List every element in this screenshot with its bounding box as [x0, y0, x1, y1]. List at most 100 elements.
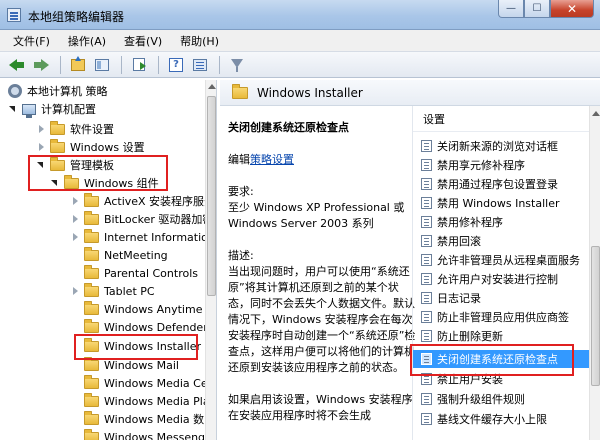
tree-item-component[interactable]: ActiveX 安装程序服务 — [70, 192, 215, 210]
toolbar-separator — [158, 55, 159, 74]
view-button[interactable] — [189, 55, 211, 75]
scroll-up-icon[interactable] — [208, 84, 216, 89]
folder-icon — [84, 264, 99, 279]
list-item[interactable]: 禁用修补程序 — [413, 213, 589, 231]
tree-item-component[interactable]: Parental Controls — [84, 264, 198, 282]
settings-scrollbar[interactable] — [589, 106, 600, 440]
menu-help[interactable]: 帮助(H) — [171, 33, 228, 49]
list-item[interactable]: 禁用回滚 — [413, 232, 589, 250]
filter-button[interactable] — [226, 55, 248, 75]
tree-item-component[interactable]: Windows Media 数 — [84, 410, 204, 428]
minimize-button[interactable]: — — [498, 0, 524, 18]
list-item[interactable]: 禁用通过程序包设置登录 — [413, 175, 589, 193]
tree-item-component[interactable]: Internet Information — [70, 228, 215, 246]
collapse-arrow-icon[interactable] — [70, 232, 80, 242]
list-item[interactable]: 关闭新来源的浏览对话框 — [413, 137, 589, 155]
details-title: Windows Installer — [257, 85, 363, 100]
collapse-arrow-icon[interactable] — [70, 196, 80, 206]
console-tree: 本地计算机 策略 计算机配置 软件设置 Windows 设置 管理模板 Wind… — [0, 80, 217, 440]
policy-setting-icon — [421, 330, 432, 342]
tree-item-admin-templates[interactable]: 管理模板 — [36, 156, 114, 174]
tree-scrollbar[interactable] — [205, 80, 216, 440]
list-item[interactable]: 允许用户对安装进行控制 — [413, 270, 589, 288]
scrollbar-thumb[interactable] — [591, 246, 600, 386]
list-item[interactable]: 允许非管理员从远程桌面服务 — [413, 251, 589, 269]
up-level-button[interactable] — [67, 55, 89, 75]
toolbar-separator — [219, 55, 220, 74]
details-header: Windows Installer — [220, 80, 600, 106]
tree-item-windows-components[interactable]: Windows 组件 — [50, 174, 159, 192]
toolbar: ? — [0, 52, 600, 78]
folder-icon — [84, 392, 99, 407]
edit-policy-link[interactable]: 策略设置 — [250, 153, 294, 166]
folder-icon — [84, 246, 99, 261]
folder-icon — [50, 138, 65, 153]
tree-item-software-settings[interactable]: 软件设置 — [36, 120, 114, 138]
tree-item-component[interactable]: Tablet PC — [70, 282, 155, 300]
expand-arrow-icon[interactable] — [50, 178, 60, 188]
list-item[interactable]: 基线文件缓存大小上限 — [413, 410, 589, 428]
tree-item-component[interactable]: Windows Anytime U — [84, 300, 214, 318]
help-button[interactable]: ? — [165, 55, 187, 75]
expand-arrow-icon[interactable] — [36, 160, 46, 170]
extended-description: 关闭创建系统还原检查点 编辑策略设置 要求: 至少 Windows XP Pro… — [228, 120, 418, 424]
collapse-arrow-icon[interactable] — [36, 124, 46, 134]
tree-item-component[interactable]: Windows Defender — [84, 318, 208, 336]
policy-setting-icon — [421, 254, 432, 266]
export-list-button[interactable] — [128, 55, 150, 75]
policy-setting-icon — [421, 413, 432, 425]
tree-item-computer-config[interactable]: 计算机配置 — [8, 100, 96, 118]
folder-icon — [84, 318, 99, 333]
scroll-up-icon[interactable] — [592, 111, 600, 116]
settings-column-header[interactable]: 设置 — [413, 106, 600, 132]
close-button[interactable]: ✕ — [550, 0, 594, 18]
folder-up-icon — [71, 55, 85, 71]
forward-button[interactable] — [30, 55, 52, 75]
list-item-selected[interactable]: 关闭创建系统还原检查点 — [413, 350, 589, 368]
console-tree-icon — [95, 58, 109, 71]
list-item[interactable]: 禁用 Windows Installer — [413, 194, 589, 212]
setting-title: 关闭创建系统还原检查点 — [228, 121, 349, 134]
policy-root-icon — [8, 84, 22, 98]
tree-item-root[interactable]: 本地计算机 策略 — [8, 82, 108, 100]
tree-item-component[interactable]: NetMeeting — [84, 246, 168, 264]
list-item[interactable]: 强制升级组件规则 — [413, 390, 589, 408]
filter-icon — [231, 59, 243, 72]
list-item[interactable]: 禁止用户安装 — [413, 370, 589, 388]
gpedit-app-icon — [7, 8, 21, 22]
list-item[interactable]: 禁用享元修补程序 — [413, 156, 589, 174]
toolbar-separator — [60, 55, 61, 74]
folder-icon — [84, 337, 99, 352]
tree-item-windows-installer[interactable]: Windows Installer — [84, 337, 201, 355]
tree-item-windows-settings[interactable]: Windows 设置 — [36, 138, 145, 156]
expand-arrow-icon[interactable] — [8, 104, 18, 114]
tree-item-component[interactable]: Windows Mail — [84, 356, 179, 374]
policy-setting-icon — [421, 197, 432, 209]
policy-setting-icon — [421, 311, 432, 323]
policy-setting-icon — [421, 216, 432, 228]
list-item[interactable]: 日志记录 — [413, 289, 589, 307]
scrollbar-thumb[interactable] — [207, 96, 216, 296]
view-list-icon — [193, 58, 207, 71]
list-item[interactable]: 防止删除更新 — [413, 327, 589, 345]
policy-setting-icon — [421, 235, 432, 247]
show-hide-tree-button[interactable] — [91, 55, 113, 75]
tree-item-component[interactable]: Windows Media Pla — [84, 392, 210, 410]
requirements-text: 至少 Windows XP Professional 或 Windows Ser… — [228, 201, 405, 230]
window-title: 本地组策略编辑器 — [28, 10, 125, 24]
menu-view[interactable]: 查看(V) — [115, 33, 171, 49]
list-item[interactable]: 防止非管理员应用供应商签 — [413, 308, 589, 326]
description-label: 描述: — [228, 249, 254, 262]
maximize-button[interactable]: ☐ — [524, 0, 550, 18]
tree-item-component[interactable]: BitLocker 驱动器加密 — [70, 210, 213, 228]
collapse-arrow-icon[interactable] — [70, 214, 80, 224]
policy-setting-icon — [421, 393, 432, 405]
back-button[interactable] — [6, 55, 28, 75]
collapse-arrow-icon[interactable] — [70, 286, 80, 296]
tree-item-component[interactable]: Windows Media Ce — [84, 374, 208, 392]
menu-action[interactable]: 操作(A) — [59, 33, 115, 49]
folder-icon — [84, 210, 99, 225]
menu-file[interactable]: 文件(F) — [4, 33, 59, 49]
tree-item-component[interactable]: Windows Messeng — [84, 428, 205, 440]
collapse-arrow-icon[interactable] — [36, 142, 46, 152]
